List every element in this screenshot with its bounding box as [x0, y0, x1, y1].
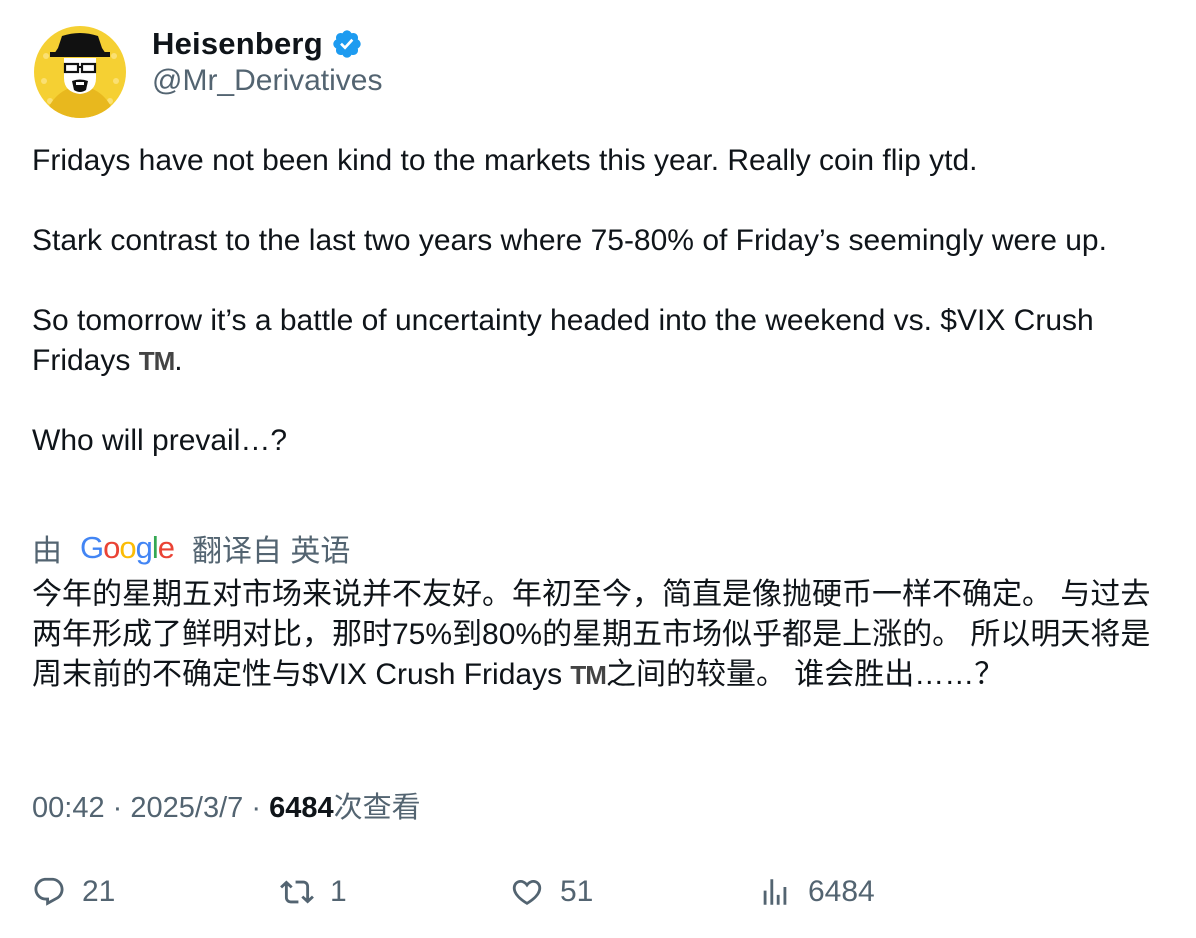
trademark-glyph: TM — [138, 346, 176, 376]
views-count: 6484 — [269, 792, 334, 824]
retweet-icon — [280, 880, 314, 904]
translated-text-end: 之间的较量。 谁会胜出……？ — [605, 658, 1005, 691]
author-name-row: Heisenberg — [152, 24, 363, 64]
verified-badge-icon[interactable] — [331, 28, 363, 60]
author-name[interactable]: Heisenberg — [152, 26, 323, 62]
tweet-meta: 00:42 · 2025/3/7 · 6484次查看 — [32, 784, 421, 826]
reply-button[interactable]: 21 — [32, 870, 115, 914]
avatar[interactable] — [34, 26, 126, 118]
translated-body: 今年的星期五对市场来说并不友好。年初至今，简直是像抛硬币一样不确定。 与过去两年… — [32, 575, 1172, 695]
meta-separator: · — [251, 792, 261, 824]
meta-separator: · — [112, 792, 123, 824]
avatar-image — [34, 26, 126, 118]
translation-attribution: 由 Google 翻译自 英语 — [32, 526, 350, 570]
tweet-date[interactable]: 2025/3/7 — [130, 792, 243, 824]
bar-chart-icon — [763, 879, 787, 905]
tweet-paragraph: Stark contrast to the last two years whe… — [32, 224, 1107, 257]
heart-icon — [512, 879, 542, 905]
translation-prefix: 由 — [32, 535, 62, 568]
like-count: 51 — [560, 875, 594, 908]
retweet-button[interactable]: 1 — [280, 870, 347, 914]
paragraph-spacer — [32, 381, 1172, 421]
views-button[interactable]: 6484 — [758, 870, 875, 914]
tweet-paragraph-with-tm: So tomorrow it’s a battle of uncertainty… — [32, 301, 1172, 381]
translation-source-language[interactable]: 翻译自 英语 — [192, 526, 350, 570]
google-letter: G — [80, 530, 104, 565]
tweet-paragraph: Fridays have not been kind to the market… — [32, 144, 978, 177]
trademark-glyph: TM — [570, 660, 607, 690]
tweet-paragraph: Who will prevail…? — [32, 424, 288, 457]
reply-icon — [34, 877, 64, 906]
tweet-paragraph-suffix: . — [174, 344, 183, 377]
views-label: 次查看 — [333, 792, 421, 824]
paragraph-spacer — [32, 261, 1172, 301]
action-bar: 21 1 51 6484 — [32, 870, 1172, 914]
tweet-header: Heisenberg @Mr_Derivatives — [34, 22, 1176, 122]
like-button[interactable]: 51 — [510, 870, 593, 914]
retweet-count: 1 — [330, 875, 347, 908]
author-handle[interactable]: @Mr_Derivatives — [152, 64, 383, 98]
reply-count: 21 — [82, 875, 116, 908]
google-letter: o — [103, 530, 120, 565]
google-letter: g — [135, 530, 153, 565]
tweet-paragraph-text: So tomorrow it’s a battle of uncertainty… — [32, 304, 1094, 377]
google-letter: e — [157, 530, 175, 565]
google-logo-icon: Google — [80, 530, 175, 566]
tweet-body: Fridays have not been kind to the market… — [32, 141, 1172, 461]
paragraph-spacer — [32, 181, 1172, 221]
views-stat-count: 6484 — [808, 875, 875, 908]
google-letter: o — [119, 530, 136, 565]
tweet-time[interactable]: 00:42 — [32, 792, 105, 824]
